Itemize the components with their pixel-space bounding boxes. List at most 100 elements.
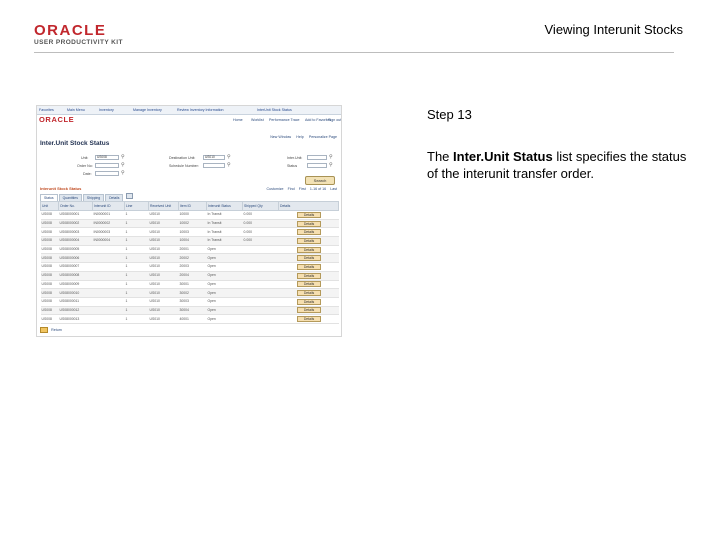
peoplesoft-screenshot: Favorites Main Menu Inventory Manage Inv… [36,105,342,337]
tab-quantities[interactable]: Quantities [58,194,82,201]
table-cell [242,262,279,272]
help-link[interactable]: Help [296,135,303,139]
grid-navigation: Customize Find First 1-16 of 16 Last [264,186,337,192]
step-desc-prefix: The [427,149,454,164]
details-button[interactable]: Details [297,290,321,297]
tab-details[interactable]: Details [105,194,124,201]
return-icon[interactable] [40,327,48,333]
table-cell: US08000006 [58,253,93,264]
details-button[interactable]: Details [297,307,321,314]
grid-customize-link[interactable]: Customize [267,187,284,191]
table-cell: US08000001 [58,210,93,220]
table-cell: US008 [40,271,59,281]
menu-link-home[interactable]: Home [233,118,243,123]
details-button[interactable]: Details [297,316,321,323]
table-cell: US008 [40,227,59,238]
table-cell [92,280,125,290]
details-button[interactable]: Details [297,246,321,253]
breadcrumb-item[interactable]: Manage Inventory [133,108,162,113]
table-cell: US08000012 [58,306,93,316]
destination-unit-input[interactable]: US010 [203,155,225,160]
table-cell: IN0000004 [92,236,125,246]
grid-column-header[interactable]: Received Unit [148,201,179,211]
grid-tabs: Status Quantities Shipping Details [40,193,134,201]
grid-last-link[interactable]: Last [330,187,337,191]
table-cell: US008 [40,314,59,324]
new-window-link[interactable]: New Window [270,135,291,139]
details-button[interactable]: Details [297,229,321,236]
breadcrumb-item[interactable]: Inventory [99,108,114,113]
table-cell: US008 [40,280,59,290]
menu-link-performance-trace[interactable]: Performance Trace [269,118,300,123]
table-cell: 30001 [178,280,207,290]
lookup-icon[interactable]: ⚲ [121,163,126,168]
details-cell: Details [278,280,339,290]
grid-column-header[interactable]: Line [124,201,149,211]
personalize-page-link[interactable]: Personalize Page [309,135,337,139]
oracle-logo-text: ORACLE [34,22,107,39]
status-input[interactable] [307,163,327,168]
breadcrumb-item[interactable]: Review Inventory Information [177,108,224,113]
tab-shipping[interactable]: Shipping [82,194,105,201]
search-button[interactable]: Search [305,176,335,185]
details-button[interactable]: Details [297,272,321,279]
menu-link-worklist[interactable]: Worklist [251,118,264,123]
details-button[interactable]: Details [297,211,321,218]
details-button[interactable]: Details [297,263,321,270]
document-title: Viewing Interunit Stocks [544,22,684,37]
bottom-toolbar: Return [40,327,62,333]
unit-label: Unit: [81,156,89,160]
table-cell: 1 [124,262,149,272]
table-row: US008 US08000008 1 US010 20004 Open Details [40,271,339,281]
table-cell: US08000011 [58,297,93,307]
calendar-icon[interactable]: ⚲ [121,171,126,176]
order-no-input[interactable] [95,163,119,168]
details-button[interactable]: Details [297,298,321,305]
grid-find-link[interactable]: Find [288,187,295,191]
lookup-icon[interactable]: ⚲ [329,163,334,168]
grid-first-link[interactable]: First [299,187,306,191]
tab-status[interactable]: Status [40,194,58,201]
grid-column-header[interactable]: Shipped Qty [242,201,279,211]
details-button[interactable]: Details [297,281,321,288]
grid-column-header[interactable]: Order No. [58,201,93,211]
breadcrumb-item[interactable]: Favorites [39,108,54,113]
table-cell: Open [206,306,243,316]
table-cell: US08000004 [58,236,93,246]
table-cell: 0.000 [242,210,279,220]
breadcrumb-item[interactable]: Main Menu [67,108,85,113]
grid-column-header[interactable]: Unit [40,201,59,211]
breadcrumb: Favorites Main Menu Inventory Manage Inv… [37,106,341,115]
table-cell: Open [206,280,243,290]
details-cell: Details [278,210,339,220]
table-cell: US08000002 [58,219,93,229]
unit-input[interactable]: US008 [95,155,119,160]
universal-navigation: Home Worklist Performance Trace Add to F… [37,116,341,125]
details-cell: Details [278,262,339,272]
date-input[interactable] [95,171,119,176]
grid-column-header[interactable]: Interunit Status [206,201,243,211]
lookup-icon[interactable]: ⚲ [121,155,126,160]
table-cell: 1 [124,253,149,264]
details-button[interactable]: Details [297,255,321,262]
grid-column-header[interactable]: Details [278,201,339,211]
grid-column-header[interactable]: Item ID [178,201,207,211]
details-cell: Details [278,306,339,316]
grid-column-header[interactable]: Interunit ID [92,201,125,211]
show-all-columns-icon[interactable] [126,193,134,199]
lookup-icon[interactable]: ⚲ [227,163,232,168]
lookup-icon[interactable]: ⚲ [227,155,232,160]
table-cell: 1 [124,227,149,238]
table-cell: 1 [124,210,149,220]
schedule-number-input[interactable] [203,163,225,168]
interunit-input[interactable] [307,155,327,160]
breadcrumb-item[interactable]: InterUnit Stock Status [257,108,292,113]
details-button[interactable]: Details [297,237,321,244]
table-cell: US010 [148,288,179,298]
table-cell: US010 [148,253,179,264]
lookup-icon[interactable]: ⚲ [329,155,334,160]
details-button[interactable]: Details [297,220,321,227]
menu-link-sign-out[interactable]: Sign out [328,118,341,123]
table-cell: Open [206,297,243,307]
return-button[interactable]: Return [51,328,62,332]
